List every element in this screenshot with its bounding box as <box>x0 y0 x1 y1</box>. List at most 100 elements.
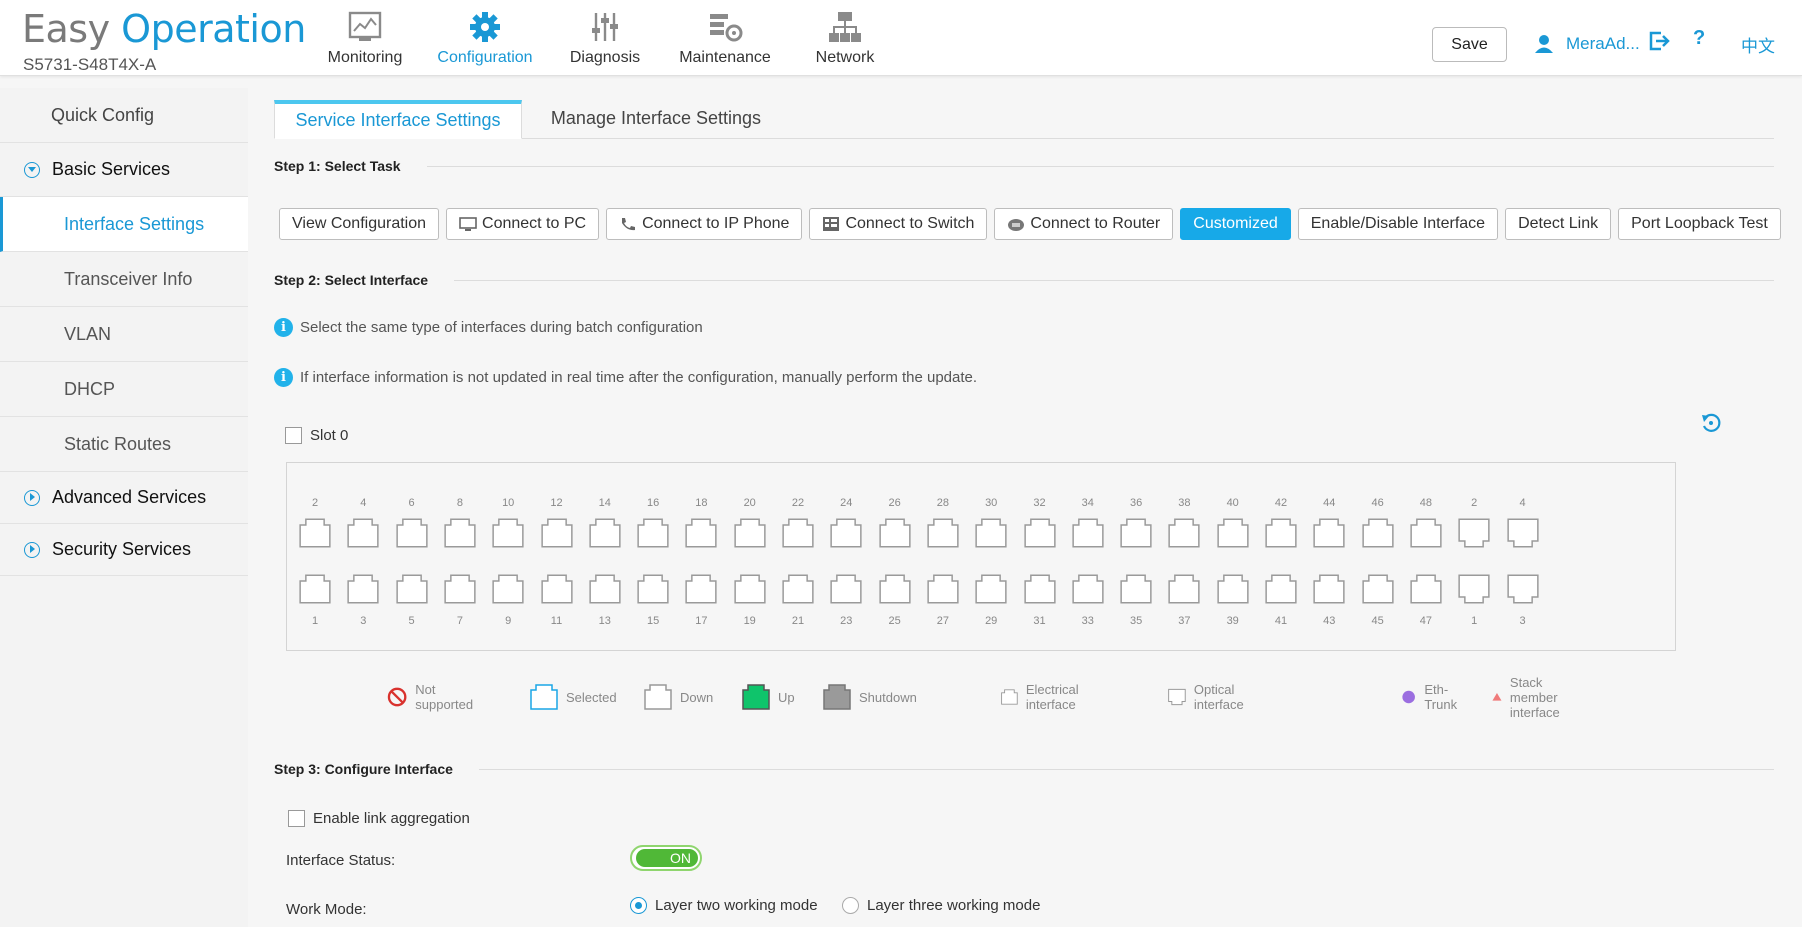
electrical-port[interactable] <box>444 518 476 548</box>
enable-disable-interface-button[interactable]: Enable/Disable Interface <box>1297 208 1499 240</box>
electrical-port[interactable] <box>1072 574 1104 604</box>
electrical-port[interactable] <box>830 574 862 604</box>
connect-to-ip-phone-button[interactable]: Connect to IP Phone <box>606 208 803 240</box>
connect-to-pc-button[interactable]: Connect to PC <box>446 208 600 240</box>
down-port-icon <box>644 684 672 710</box>
electrical-port[interactable] <box>734 574 766 604</box>
electrical-port[interactable] <box>1120 518 1152 548</box>
slot-checkbox[interactable] <box>285 427 302 444</box>
optical-port[interactable] <box>1458 518 1490 548</box>
sidebar-item-transceiver-info[interactable]: Transceiver Info <box>0 252 248 307</box>
electrical-port[interactable] <box>589 574 621 604</box>
work-mode-l3-radio[interactable] <box>842 897 859 914</box>
electrical-port[interactable] <box>1410 518 1442 548</box>
electrical-port[interactable] <box>1265 518 1297 548</box>
electrical-port[interactable] <box>1265 574 1297 604</box>
electrical-port[interactable] <box>444 574 476 604</box>
save-button[interactable]: Save <box>1432 27 1507 62</box>
electrical-port[interactable] <box>1168 574 1200 604</box>
nav-configuration[interactable]: Configuration <box>425 0 545 76</box>
port-loopback-test-button[interactable]: Port Loopback Test <box>1618 208 1781 240</box>
work-mode-l2-radio[interactable] <box>630 897 647 914</box>
electrical-port[interactable] <box>927 518 959 548</box>
nav-maintenance[interactable]: Maintenance <box>665 0 785 76</box>
electrical-port[interactable] <box>637 574 669 604</box>
electrical-port[interactable] <box>540 574 573 604</box>
electrical-port[interactable] <box>1313 518 1345 548</box>
customized-button[interactable]: Customized <box>1180 208 1291 240</box>
optical-port[interactable] <box>1506 574 1539 604</box>
electrical-port[interactable] <box>395 574 428 604</box>
sidebar-item-interface-settings[interactable]: Interface Settings <box>0 197 248 252</box>
electrical-port[interactable] <box>685 574 717 604</box>
nav-monitoring[interactable]: Monitoring <box>305 0 425 76</box>
refresh-icon[interactable] <box>1700 412 1722 434</box>
legend-selected: Selected <box>530 684 617 710</box>
sidebar-group-security-services[interactable]: Security Services <box>0 524 248 576</box>
optical-port[interactable] <box>1506 518 1539 548</box>
port-number: 33 <box>1081 615 1094 627</box>
electrical-port[interactable] <box>299 518 331 548</box>
view-configuration-button[interactable]: View Configuration <box>279 208 440 240</box>
connect-to-switch-button[interactable]: Connect to Switch <box>809 208 988 240</box>
link-aggregation-option[interactable]: Enable link aggregation <box>288 810 470 827</box>
sidebar-group-advanced-services[interactable]: Advanced Services <box>0 472 248 524</box>
electrical-port[interactable] <box>1168 518 1200 548</box>
electrical-port[interactable] <box>1410 574 1442 604</box>
tab-service-interface-settings[interactable]: Service Interface Settings <box>274 100 522 139</box>
link-aggregation-checkbox[interactable] <box>288 810 305 827</box>
electrical-port[interactable] <box>589 518 621 548</box>
electrical-port[interactable] <box>975 518 1007 548</box>
electrical-port[interactable] <box>347 574 379 604</box>
electrical-port[interactable] <box>1072 518 1104 548</box>
divider <box>478 768 1774 770</box>
connect-to-router-button[interactable]: Connect to Router <box>994 208 1174 240</box>
task-buttons: View Configuration Connect to PC Connect… <box>279 208 1781 240</box>
sidebar-group-basic-services[interactable]: Basic Services <box>0 143 248 197</box>
nav-network[interactable]: Network <box>785 0 905 76</box>
electrical-port[interactable] <box>395 518 428 548</box>
electrical-port[interactable] <box>1361 518 1394 548</box>
brand-part2: Operation <box>121 7 306 51</box>
electrical-port[interactable] <box>830 518 862 548</box>
electrical-port[interactable] <box>1023 518 1056 548</box>
electrical-port[interactable] <box>1023 574 1056 604</box>
optical-port[interactable] <box>1458 574 1490 604</box>
work-mode-l3-option[interactable]: Layer three working mode <box>842 897 1040 914</box>
step2-header: Step 2: Select Interface <box>274 272 1774 288</box>
sidebar-item-dhcp[interactable]: DHCP <box>0 362 248 417</box>
electrical-port[interactable] <box>1120 574 1152 604</box>
electrical-port[interactable] <box>878 574 911 604</box>
electrical-port[interactable] <box>1361 574 1394 604</box>
electrical-port[interactable] <box>782 574 814 604</box>
logout-icon[interactable] <box>1648 30 1670 52</box>
electrical-port[interactable] <box>540 518 573 548</box>
legend-label: Selected <box>566 689 617 705</box>
electrical-port[interactable] <box>299 574 331 604</box>
help-icon[interactable]: ? <box>1693 27 1705 50</box>
work-mode-l2-option[interactable]: Layer two working mode <box>630 897 818 914</box>
slot-select[interactable]: Slot 0 <box>285 427 348 444</box>
sidebar-item-static-routes[interactable]: Static Routes <box>0 417 248 472</box>
electrical-port[interactable] <box>782 518 814 548</box>
electrical-port[interactable] <box>734 518 766 548</box>
electrical-port[interactable] <box>637 518 669 548</box>
nav-diagnosis[interactable]: Diagnosis <box>545 0 665 76</box>
language-switch[interactable]: 中文 <box>1741 32 1775 57</box>
sidebar-item-vlan[interactable]: VLAN <box>0 307 248 362</box>
tab-manage-interface-settings[interactable]: Manage Interface Settings <box>548 100 764 139</box>
electrical-port[interactable] <box>1217 518 1249 548</box>
sidebar-item-quick-config[interactable]: Quick Config <box>0 88 248 143</box>
electrical-port[interactable] <box>1313 574 1345 604</box>
electrical-port[interactable] <box>927 574 959 604</box>
electrical-port[interactable] <box>975 574 1007 604</box>
electrical-port[interactable] <box>1217 574 1249 604</box>
electrical-port[interactable] <box>492 518 524 548</box>
electrical-port[interactable] <box>347 518 379 548</box>
electrical-port[interactable] <box>492 574 524 604</box>
electrical-port[interactable] <box>685 518 717 548</box>
interface-status-toggle[interactable]: ON <box>630 845 702 871</box>
user-menu[interactable]: MeraAd... <box>1534 30 1640 58</box>
electrical-port[interactable] <box>878 518 911 548</box>
detect-link-button[interactable]: Detect Link <box>1505 208 1612 240</box>
